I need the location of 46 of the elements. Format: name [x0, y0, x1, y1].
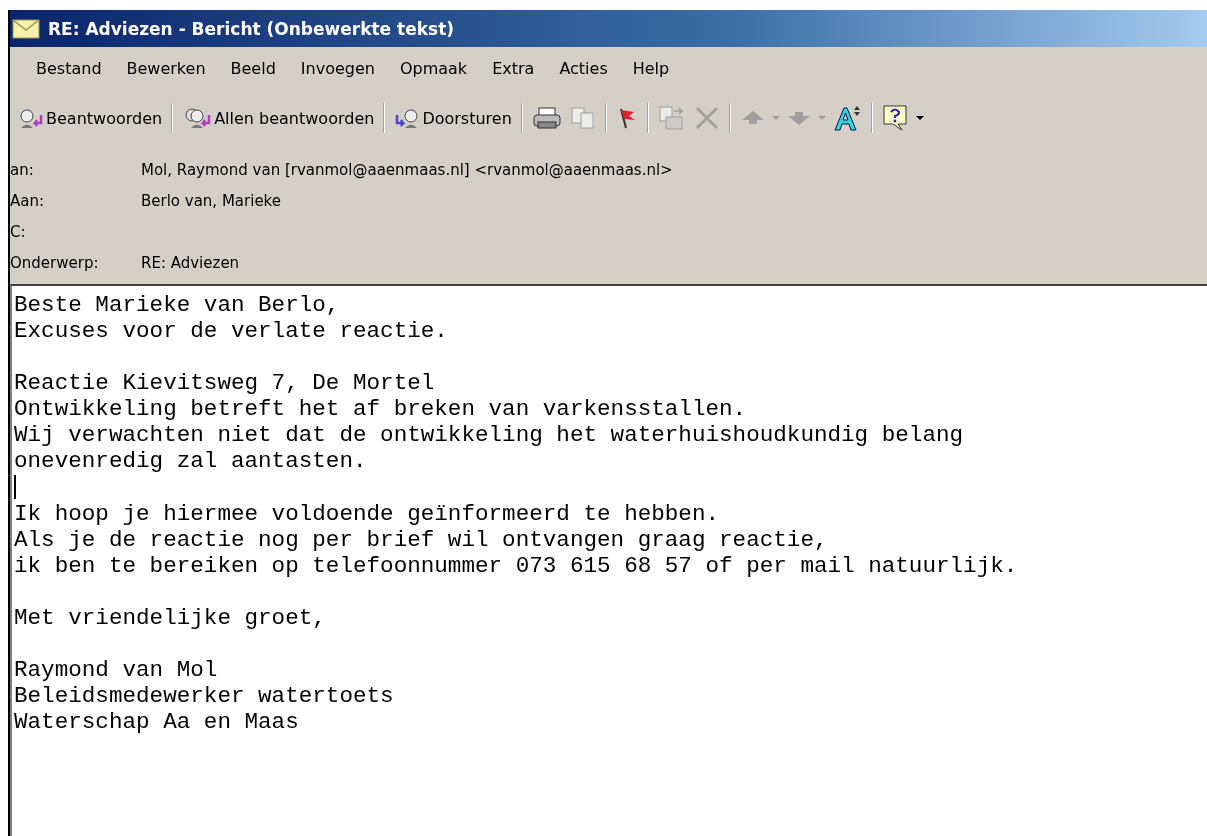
header-value: Mol, Raymond van [rvanmol@aaenmaas.nl] <rvanmol@aaenmaas.nl>: [141, 160, 673, 179]
person-arrow-icon: [182, 107, 213, 129]
header-value: RE: Adviezen: [141, 253, 240, 272]
person-arrow-icon: [18, 107, 44, 129]
message-line: Als je de reactie nog per brief wil ontvangen graag reactie,: [14, 527, 829, 553]
header-label: an:: [10, 160, 35, 179]
help-icon: [881, 104, 910, 132]
menu-item[interactable]: Bewerken: [114, 57, 219, 80]
caret-icon: [770, 114, 781, 122]
message-line: Met vriendelijke groet,: [14, 605, 327, 631]
envelope-icon: [12, 17, 40, 40]
toolbar-button[interactable]: Doorsturen: [390, 101, 516, 135]
header-label: C:: [10, 222, 27, 241]
message-line: Ik hoop je hiermee voldoende geïnformeerd te hebben.: [14, 501, 721, 527]
menu-item[interactable]: Acties: [547, 57, 621, 80]
menu-item[interactable]: Bestand: [24, 57, 115, 80]
copy-icon: [569, 106, 596, 130]
message-line: ik ben te bereiken op telefoonnummer 073 615 68 57 of per mail natuurlijk.: [14, 553, 1019, 579]
header-label: Aan:: [10, 191, 45, 210]
toolbar-button[interactable]: Allen beantwoorden: [178, 101, 379, 135]
printer-icon: [531, 106, 562, 130]
caret-icon: [914, 114, 925, 122]
header-value: Berlo van, Marieke: [141, 191, 281, 210]
message-line: Waterschap Aa en Maas: [14, 709, 300, 735]
toolbar-button[interactable]: Beantwoorden: [14, 101, 167, 135]
font-size-icon: [831, 104, 862, 132]
move-folder-icon: [657, 105, 686, 131]
message-line: Beste Marieke van Berlo,: [14, 292, 341, 318]
message-body[interactable]: [10, 284, 1207, 836]
message-line: Beleidsmedewerker watertoets: [14, 683, 395, 709]
menu-item[interactable]: Help: [620, 57, 683, 80]
caret-icon: [816, 114, 827, 122]
menu-item[interactable]: Invoegen: [288, 57, 388, 80]
message-line: Wij verwachten niet dat de ontwikkeling het waterhuishoudkundig belang: [14, 422, 965, 448]
delete-icon: [693, 105, 720, 131]
message-line: Ontwikkeling betreft het af breken van varkensstallen.: [14, 396, 748, 422]
message-line: Reactie Kievitsweg 7, De Mortel: [14, 370, 436, 396]
message-line: Raymond van Mol: [14, 657, 219, 683]
header-label: Onderwerp:: [10, 253, 100, 272]
person-arrow-icon: [394, 107, 421, 129]
window-title: RE: Adviezen - Bericht (Onbewerkte tekst): [48, 18, 455, 39]
menu-item[interactable]: Opmaak: [387, 57, 481, 80]
message-line: onevenredig zal aantasten.: [14, 448, 368, 474]
message-line: Excuses voor de verlate reactie.: [14, 318, 449, 344]
menu-item[interactable]: Extra: [480, 57, 548, 80]
menu-item[interactable]: Beeld: [218, 57, 289, 80]
